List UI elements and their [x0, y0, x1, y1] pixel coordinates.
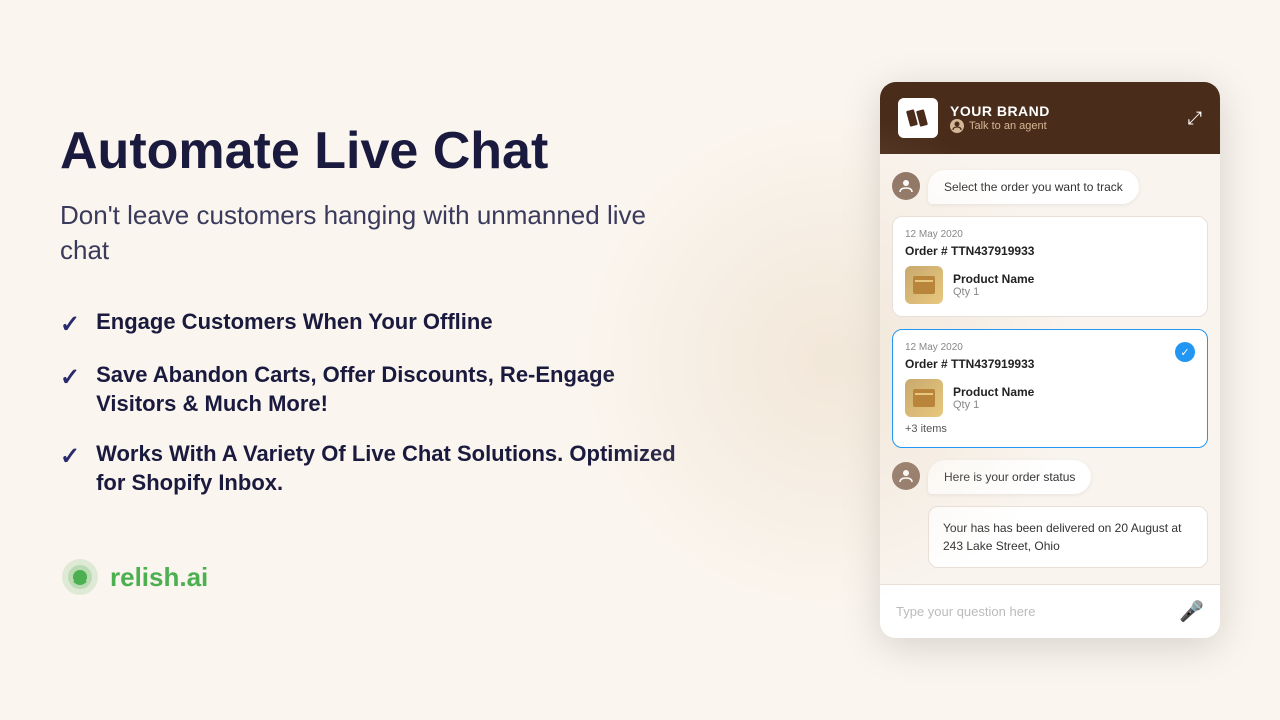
- product-qty-2: Qty 1: [953, 399, 1034, 411]
- check-icon-3: ✓: [60, 442, 80, 471]
- logo-accent: ai: [187, 562, 209, 592]
- product-qty-1: Qty 1: [953, 286, 1034, 298]
- chat-footer: Type your question here 🎤: [880, 584, 1220, 638]
- logo-area: relish.ai: [60, 557, 680, 597]
- product-name-1: Product Name: [953, 272, 1034, 286]
- check-icon-1: ✓: [60, 310, 80, 339]
- product-info-1: Product Name Qty 1: [953, 272, 1034, 298]
- brand-status: Talk to an agent: [950, 119, 1050, 133]
- product-image-2: [905, 379, 943, 417]
- main-title: Automate Live Chat: [60, 123, 680, 180]
- brand-name: YOUR BRAND: [950, 103, 1050, 119]
- more-items-label: +3 items: [905, 423, 1195, 435]
- product-box-icon-2: [913, 389, 935, 407]
- relish-logo-icon: [60, 557, 100, 597]
- chat-input[interactable]: Type your question here: [896, 604, 1179, 619]
- order-product-1: Product Name Qty 1: [905, 266, 1195, 304]
- feature-item-3: ✓ Works With A Variety Of Live Chat Solu…: [60, 440, 680, 497]
- feature-text-3: Works With A Variety Of Live Chat Soluti…: [96, 440, 680, 497]
- logo-text: relish.ai: [110, 562, 208, 593]
- subtitle: Don't leave customers hanging with unman…: [60, 198, 680, 268]
- product-box-icon-1: [913, 276, 935, 294]
- selected-check-icon: ✓: [1175, 342, 1195, 362]
- logo-main: relish.: [110, 562, 187, 592]
- brand-status-text: Talk to an agent: [969, 120, 1047, 132]
- order-product-2: Product Name Qty 1: [905, 379, 1195, 417]
- product-name-2: Product Name: [953, 385, 1034, 399]
- expand-icon[interactable]: ⤢: [1188, 108, 1202, 129]
- check-icon-2: ✓: [60, 363, 80, 392]
- agent-status-icon: [950, 119, 964, 133]
- feature-text-1: Engage Customers When Your Offline: [96, 308, 492, 337]
- order-date-2: 12 May 2020: [905, 342, 1195, 353]
- order-card-2[interactable]: ✓ 12 May 2020 Order # TTN437919933 Produ…: [892, 329, 1208, 448]
- product-info-2: Product Name Qty 1: [953, 385, 1034, 411]
- microphone-icon[interactable]: 🎤: [1179, 599, 1204, 624]
- order-number-2: Order # TTN437919933: [905, 357, 1195, 371]
- order-number-1: Order # TTN437919933: [905, 244, 1195, 258]
- product-image-1: [905, 266, 943, 304]
- order-date-1: 12 May 2020: [905, 229, 1195, 240]
- brand-info: YOUR BRAND Talk to an agent: [950, 103, 1050, 133]
- order-card-1[interactable]: 12 May 2020 Order # TTN437919933 Product…: [892, 216, 1208, 317]
